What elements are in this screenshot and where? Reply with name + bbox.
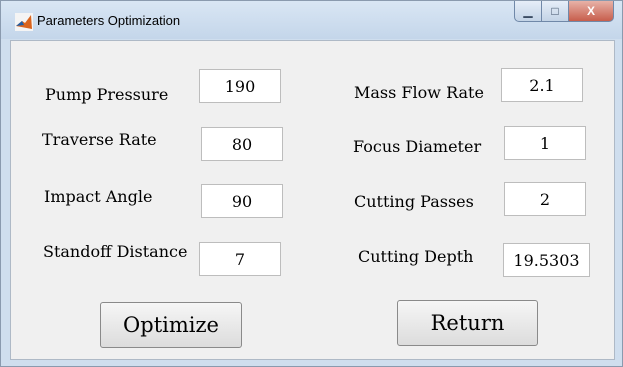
focus-diameter-field[interactable]: 1 bbox=[504, 126, 586, 160]
close-icon: X bbox=[586, 4, 595, 18]
impact-angle-field[interactable]: 90 bbox=[201, 184, 283, 218]
cutting-depth-field[interactable]: 19.5303 bbox=[503, 243, 590, 277]
pump-pressure-field[interactable]: 190 bbox=[199, 69, 281, 103]
return-button[interactable]: Return bbox=[397, 300, 538, 346]
minimize-icon: ▁ bbox=[523, 4, 533, 18]
mass-flow-rate-label: Mass Flow Rate bbox=[354, 83, 484, 102]
parameters-panel: Pump Pressure 190 Traverse Rate 80 Impac… bbox=[10, 40, 615, 360]
cutting-depth-label: Cutting Depth bbox=[358, 247, 474, 266]
focus-diameter-label: Focus Diameter bbox=[353, 137, 482, 156]
maximize-icon: □ bbox=[551, 4, 559, 18]
window-controls: ▁ □ X bbox=[514, 1, 614, 23]
mass-flow-rate-field[interactable]: 2.1 bbox=[501, 68, 583, 102]
cutting-passes-field[interactable]: 2 bbox=[504, 182, 586, 216]
pump-pressure-label: Pump Pressure bbox=[45, 85, 169, 104]
standoff-distance-label: Standoff Distance bbox=[43, 242, 188, 261]
window-title: Parameters Optimization bbox=[37, 13, 181, 28]
app-window: Parameters Optimization ▁ □ X Pump Press… bbox=[0, 0, 623, 367]
matlab-icon bbox=[15, 13, 33, 31]
cutting-passes-label: Cutting Passes bbox=[354, 192, 474, 211]
close-button[interactable]: X bbox=[569, 1, 614, 22]
traverse-rate-field[interactable]: 80 bbox=[201, 127, 283, 161]
maximize-button[interactable]: □ bbox=[542, 1, 569, 22]
minimize-button[interactable]: ▁ bbox=[514, 1, 542, 22]
traverse-rate-label: Traverse Rate bbox=[42, 130, 157, 149]
impact-angle-label: Impact Angle bbox=[44, 187, 153, 206]
standoff-distance-field[interactable]: 7 bbox=[199, 242, 281, 276]
optimize-button[interactable]: Optimize bbox=[100, 302, 242, 348]
title-bar[interactable]: Parameters Optimization ▁ □ X bbox=[1, 1, 622, 39]
